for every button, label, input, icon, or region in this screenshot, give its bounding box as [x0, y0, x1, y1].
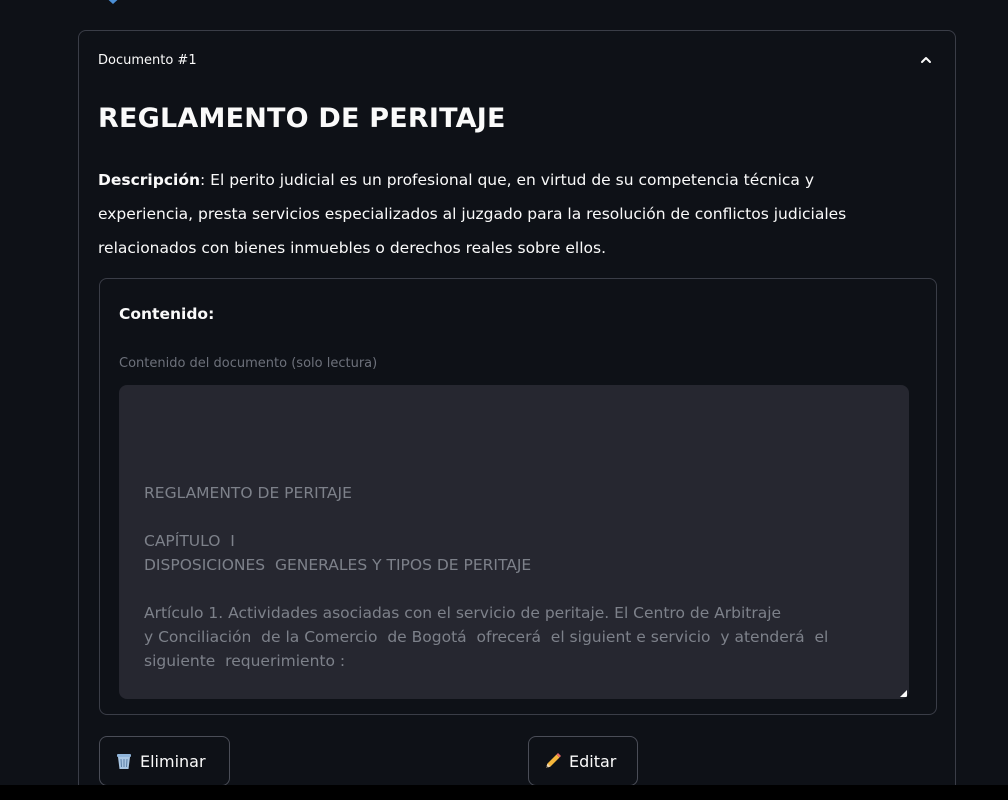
- content-line: DISPOSICIONES GENERALES Y TIPOS DE PERIT…: [144, 556, 532, 574]
- expander-label: Documento #1: [98, 53, 197, 68]
- content-field-label: Contenido del documento (solo lectura): [119, 356, 378, 371]
- expander-header[interactable]: Documento #1: [79, 31, 955, 89]
- edit-button-label: Editar: [569, 751, 617, 771]
- content-line: CAPÍTULO I: [144, 532, 235, 550]
- delete-button-label: Eliminar: [140, 751, 206, 771]
- edit-button[interactable]: Editar: [528, 736, 638, 786]
- document-description: Descripción: El perito judicial es un pr…: [98, 163, 908, 265]
- description-label: Descripción: [98, 171, 201, 189]
- wastebasket-icon: [117, 754, 131, 769]
- delete-button[interactable]: Eliminar: [99, 736, 230, 786]
- content-line: [144, 577, 884, 601]
- content-line: Artículo 1. Actividades asociadas con el…: [144, 604, 782, 622]
- content-container: Contenido: Contenido del documento (solo…: [99, 278, 937, 715]
- content-line: [144, 433, 884, 457]
- content-textarea[interactable]: REGLAMENTO DE PERITAJE CAPÍTULO I DISPOS…: [119, 385, 909, 699]
- content-line: [144, 457, 884, 481]
- document-expander: Documento #1 REGLAMENTO DE PERITAJE Desc…: [78, 30, 956, 800]
- content-line: [144, 505, 884, 529]
- content-line: siguiente requerimiento :: [144, 652, 346, 670]
- content-heading: Contenido:: [119, 305, 215, 323]
- content-line: y Conciliación de la Comercio de Bogotá …: [144, 628, 829, 646]
- pencil-icon: [546, 753, 561, 768]
- document-title: REGLAMENTO DE PERITAJE: [98, 103, 506, 134]
- bottom-bar: [0, 785, 1008, 800]
- resize-handle[interactable]: [900, 690, 907, 697]
- app-logo-icon: [108, 0, 118, 4]
- description-text: : El perito judicial es un profesional q…: [98, 171, 847, 257]
- content-line: [144, 409, 884, 433]
- content-line: [144, 385, 884, 409]
- chevron-up-icon[interactable]: [919, 53, 933, 67]
- page: Documento #1 REGLAMENTO DE PERITAJE Desc…: [0, 0, 1008, 800]
- content-line: REGLAMENTO DE PERITAJE: [144, 484, 352, 502]
